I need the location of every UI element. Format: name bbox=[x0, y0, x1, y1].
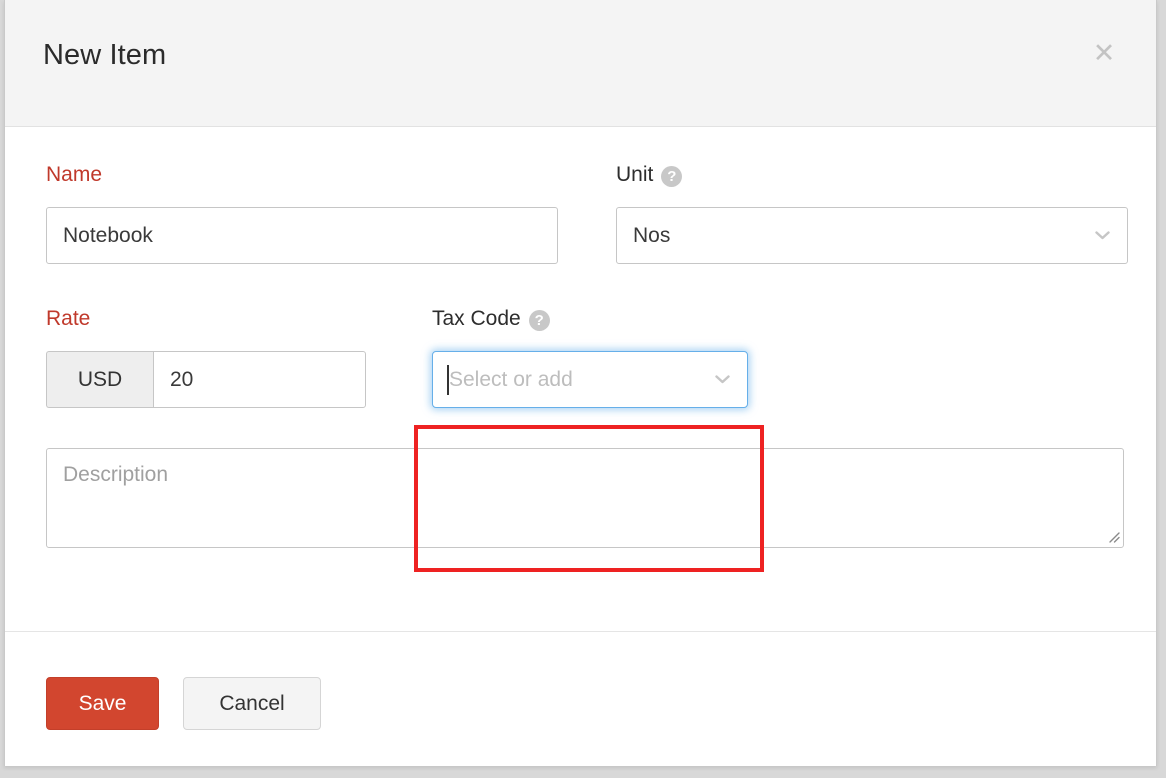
tax-code-label: Tax Code ? bbox=[432, 307, 748, 331]
help-icon[interactable]: ? bbox=[661, 166, 682, 187]
new-item-dialog: New Item ✕ Name Unit ? bbox=[4, 0, 1157, 766]
dialog-footer: Save Cancel bbox=[5, 631, 1156, 766]
save-button[interactable]: Save bbox=[46, 677, 159, 730]
dialog-title: New Item bbox=[43, 39, 166, 72]
dialog-header: New Item ✕ bbox=[5, 0, 1156, 127]
rate-field-group: Rate USD bbox=[46, 307, 366, 408]
name-label-text: Name bbox=[46, 163, 102, 187]
rate-input-group: USD bbox=[46, 351, 366, 408]
description-textarea[interactable] bbox=[46, 448, 1124, 548]
rate-input[interactable] bbox=[153, 351, 366, 408]
unit-label-text: Unit bbox=[616, 163, 653, 187]
unit-field-group: Unit ? bbox=[616, 163, 1128, 264]
name-field-group: Name bbox=[46, 163, 558, 264]
tax-code-input[interactable] bbox=[432, 351, 748, 408]
description-field-group bbox=[46, 448, 1124, 548]
currency-addon: USD bbox=[46, 351, 153, 408]
unit-label: Unit ? bbox=[616, 163, 1128, 187]
rate-label-text: Rate bbox=[46, 307, 90, 331]
unit-select-wrapper bbox=[616, 207, 1128, 264]
text-caret bbox=[447, 365, 449, 395]
cancel-button[interactable]: Cancel bbox=[183, 677, 321, 730]
dialog-body: Name Unit ? Rate USD bbox=[5, 127, 1156, 631]
rate-label: Rate bbox=[46, 307, 366, 331]
unit-select[interactable] bbox=[616, 207, 1128, 264]
close-icon[interactable]: ✕ bbox=[1089, 39, 1119, 69]
tax-code-label-text: Tax Code bbox=[432, 307, 521, 331]
tax-code-field-group: Tax Code ? bbox=[432, 307, 748, 408]
help-icon[interactable]: ? bbox=[529, 310, 550, 331]
name-label: Name bbox=[46, 163, 558, 187]
name-input[interactable] bbox=[46, 207, 558, 264]
tax-code-select-wrapper bbox=[432, 351, 748, 408]
